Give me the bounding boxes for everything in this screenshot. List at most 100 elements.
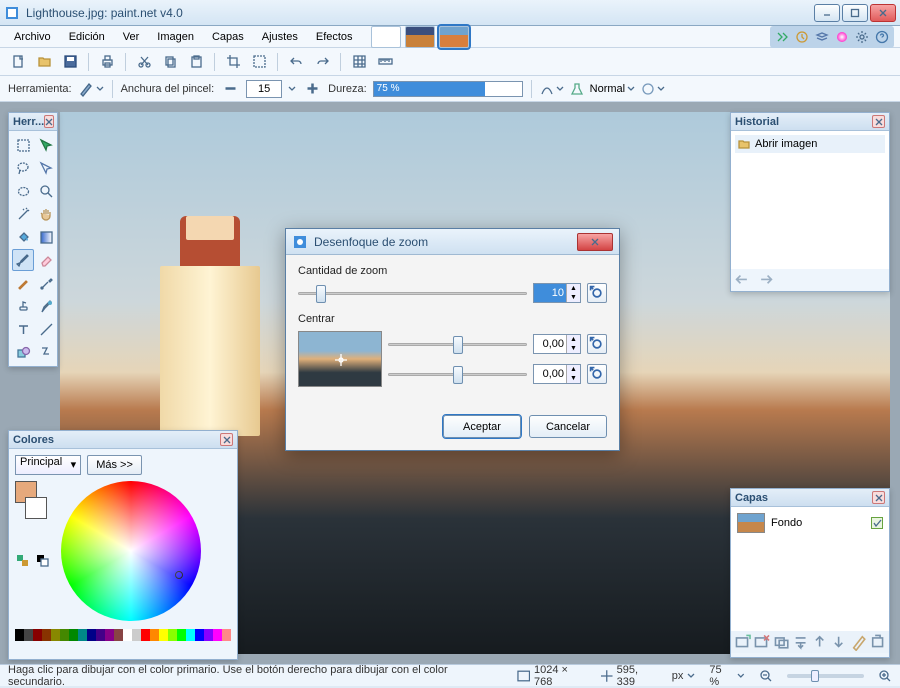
rect-select-tool[interactable] [12, 134, 34, 156]
swap-colors-icon[interactable] [15, 553, 31, 572]
colors-toggle-icon[interactable] [832, 28, 852, 46]
copy-icon[interactable] [160, 52, 180, 72]
save-icon[interactable] [60, 52, 80, 72]
history-toggle-icon[interactable] [792, 28, 812, 46]
layer-visible-checkbox[interactable] [871, 517, 883, 529]
zoom-amount-slider[interactable] [298, 283, 527, 303]
center-y-spinner[interactable]: ▲▼ [533, 364, 581, 384]
history-panel-close-icon[interactable] [872, 115, 885, 128]
lasso-tool[interactable] [12, 157, 34, 179]
palette-color[interactable] [195, 629, 204, 641]
center-x-reset-icon[interactable] [587, 334, 607, 354]
menu-efectos[interactable]: Efectos [308, 29, 361, 45]
reset-colors-icon[interactable] [35, 553, 51, 572]
add-layer-icon[interactable] [734, 634, 751, 650]
ellipse-select-tool[interactable] [12, 180, 34, 202]
color-wheel[interactable] [61, 481, 201, 621]
doc-thumb-1[interactable] [371, 26, 401, 48]
minimize-button[interactable] [814, 4, 840, 22]
palette-color[interactable] [24, 629, 33, 641]
recolor-tool[interactable] [35, 295, 57, 317]
zoom-out-icon[interactable] [759, 669, 773, 683]
palette-color[interactable] [60, 629, 69, 641]
undo-icon[interactable] [286, 52, 306, 72]
palette-color[interactable] [123, 629, 132, 641]
zoom-slider[interactable] [787, 674, 864, 678]
brush-width-input[interactable] [246, 80, 282, 98]
palette-color[interactable] [177, 629, 186, 641]
spin-up-icon[interactable]: ▲ [566, 284, 580, 293]
cancel-button[interactable]: Cancelar [529, 415, 607, 438]
more-button[interactable]: Más >> [87, 455, 142, 475]
doc-thumb-2[interactable] [405, 26, 435, 48]
palette-color[interactable] [51, 629, 60, 641]
hardness-slider[interactable]: 75 % [373, 81, 523, 97]
paintbrush-tool[interactable] [12, 249, 34, 271]
deselect-icon[interactable] [249, 52, 269, 72]
brush-width-inc-icon[interactable] [302, 79, 322, 99]
history-redo-icon[interactable] [756, 272, 774, 286]
palette-color[interactable] [132, 629, 141, 641]
palette-color[interactable] [213, 629, 222, 641]
eraser-tool[interactable] [35, 249, 57, 271]
cut-icon[interactable] [134, 52, 154, 72]
print-icon[interactable] [97, 52, 117, 72]
palette-color[interactable] [87, 629, 96, 641]
menu-edicion[interactable]: Edición [61, 29, 113, 45]
center-x-spinner[interactable]: ▲▼ [533, 334, 581, 354]
palette-color[interactable] [33, 629, 42, 641]
spin-down-icon[interactable]: ▼ [566, 293, 580, 302]
new-icon[interactable] [8, 52, 28, 72]
delete-layer-icon[interactable] [753, 634, 770, 650]
pencil-tool[interactable] [12, 272, 34, 294]
zoom-in-icon[interactable] [878, 669, 892, 683]
palette-color[interactable] [69, 629, 78, 641]
layers-toggle-icon[interactable] [812, 28, 832, 46]
colorpicker-tool[interactable] [35, 272, 57, 294]
merge-down-icon[interactable] [792, 634, 809, 650]
menu-imagen[interactable]: Imagen [149, 29, 202, 45]
palette-color[interactable] [186, 629, 195, 641]
text-tool[interactable] [12, 318, 34, 340]
paste-icon[interactable] [186, 52, 206, 72]
close-button[interactable] [870, 4, 896, 22]
palette-color[interactable] [159, 629, 168, 641]
brush-width-dec-icon[interactable] [220, 79, 240, 99]
menu-archivo[interactable]: Archivo [6, 29, 59, 45]
doc-thumb-3[interactable] [439, 26, 469, 48]
move-tool[interactable] [35, 134, 57, 156]
palette-color[interactable] [42, 629, 51, 641]
status-unit-dropdown[interactable]: px [672, 670, 696, 682]
magic-wand-tool[interactable] [12, 203, 34, 225]
palette-color[interactable] [105, 629, 114, 641]
shapes-arrow-tool[interactable] [35, 341, 57, 363]
palette-color[interactable] [78, 629, 87, 641]
move-selection-tool[interactable] [35, 157, 57, 179]
tools-panel-close-icon[interactable] [44, 115, 54, 128]
secondary-color-swatch[interactable] [25, 497, 47, 519]
center-y-reset-icon[interactable] [587, 364, 607, 384]
colors-panel-close-icon[interactable] [220, 433, 233, 446]
overwrite-dropdown[interactable] [641, 82, 665, 96]
duplicate-layer-icon[interactable] [773, 634, 790, 650]
center-x-slider[interactable] [388, 334, 527, 354]
shapes-tool[interactable] [12, 341, 34, 363]
open-icon[interactable] [34, 52, 54, 72]
crop-icon[interactable] [223, 52, 243, 72]
palette-color[interactable] [141, 629, 150, 641]
palette-color[interactable] [150, 629, 159, 641]
layer-props-icon[interactable] [850, 634, 867, 650]
blend-flask-icon[interactable] [570, 82, 584, 96]
grid-icon[interactable] [349, 52, 369, 72]
help-icon[interactable] [872, 28, 892, 46]
ok-button[interactable]: Aceptar [443, 415, 521, 438]
color-mode-dropdown[interactable]: Principal [15, 455, 81, 475]
status-zoom-dropdown[interactable]: 75 % [709, 664, 745, 688]
layer-row[interactable]: Fondo [735, 511, 885, 535]
chevron-down-icon[interactable] [288, 85, 296, 93]
layer-settings-icon[interactable] [869, 634, 886, 650]
antialias-dropdown[interactable] [540, 82, 564, 96]
settings-icon[interactable] [852, 28, 872, 46]
line-tool[interactable] [35, 318, 57, 340]
clone-tool[interactable] [12, 295, 34, 317]
